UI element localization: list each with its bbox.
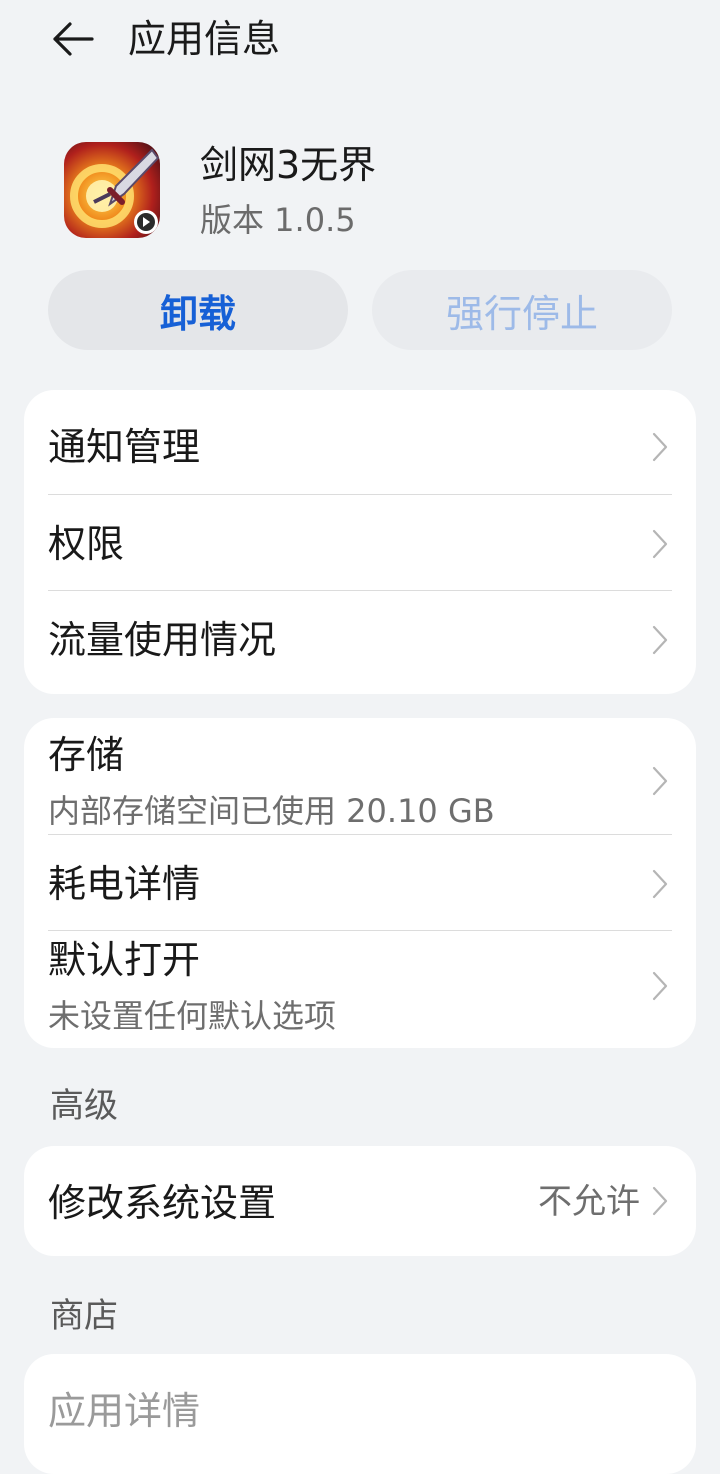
chevron-right-icon [652,1186,668,1216]
row-notification-management[interactable]: 通知管理 [48,400,672,494]
row-sublabel: 未设置任何默认选项 [48,997,337,1035]
uninstall-button[interactable]: 卸载 [48,270,348,350]
settings-card-advanced: 修改系统设置 不允许 [24,1146,696,1256]
force-stop-button[interactable]: 强行停止 [372,270,672,350]
row-label: 权限 [48,522,125,566]
row-label: 流量使用情况 [48,618,277,662]
chevron-right-icon [652,971,668,1001]
chevron-right-icon [652,766,668,796]
arrow-left-icon [53,22,94,56]
settings-card-resources: 存储 内部存储空间已使用 20.10 GB 耗电详情 默认打开 未设置任何默认选… [24,718,696,1048]
header: 应用信息 [0,0,720,80]
settings-card-store: 应用详情 [24,1354,696,1474]
row-label: 存储 [48,733,125,777]
row-permissions[interactable]: 权限 [48,495,672,590]
row-app-details[interactable]: 应用详情 [48,1354,672,1464]
chevron-right-icon [652,529,668,559]
settings-card-general: 通知管理 权限 流量使用情况 [24,390,696,694]
app-icon [64,142,160,238]
row-label: 通知管理 [48,425,201,469]
back-button[interactable] [46,16,98,62]
row-label: 默认打开 [48,938,201,982]
section-label-store: 商店 [50,1296,118,1336]
row-battery-details[interactable]: 耗电详情 [48,835,672,930]
row-storage[interactable]: 存储 内部存储空间已使用 20.10 GB [48,718,672,834]
app-name: 剑网3无界 [200,143,377,187]
chevron-right-icon [652,432,668,462]
page-title: 应用信息 [128,17,281,61]
row-data-usage[interactable]: 流量使用情况 [48,591,672,686]
row-default-open[interactable]: 默认打开 未设置任何默认选项 [48,931,672,1048]
row-label: 修改系统设置 [48,1181,277,1225]
row-sublabel: 内部存储空间已使用 20.10 GB [48,792,495,830]
row-label: 应用详情 [48,1389,201,1433]
row-value: 不允许 [538,1182,640,1222]
row-label: 耗电详情 [48,862,201,906]
chevron-right-icon [652,869,668,899]
section-label-advanced: 高级 [50,1086,118,1126]
chevron-right-icon [652,625,668,655]
app-version: 版本 1.0.5 [200,201,356,239]
